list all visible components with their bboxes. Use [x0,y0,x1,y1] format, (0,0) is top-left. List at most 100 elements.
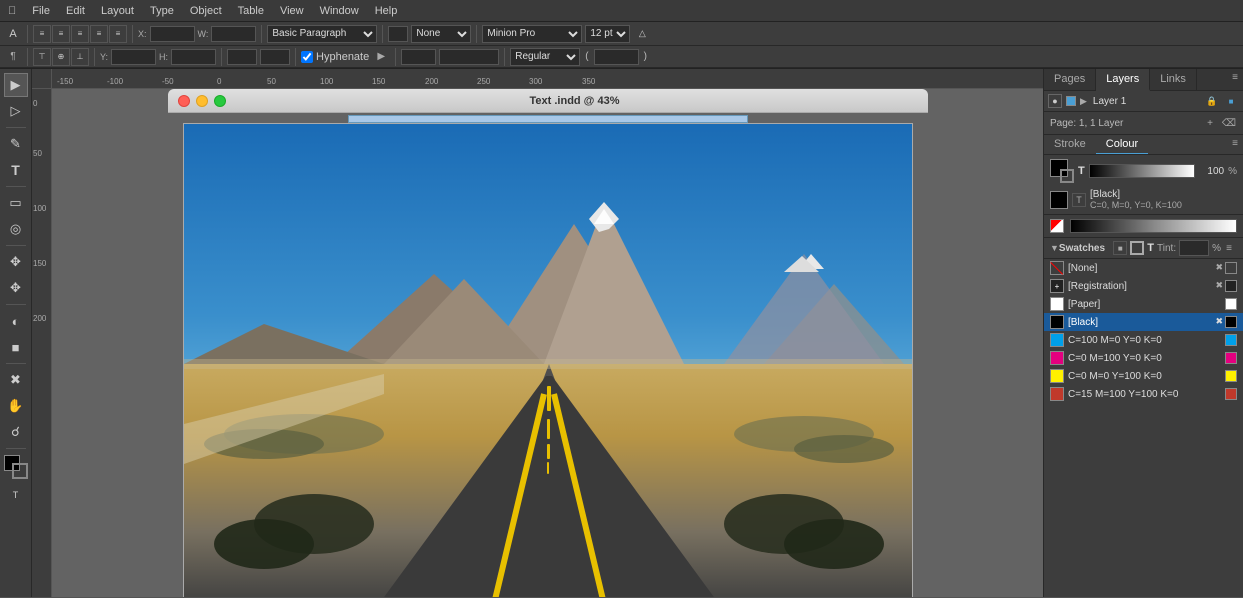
scissors-tool[interactable]: ✖ [4,368,28,392]
ellipse-tool[interactable]: ◎ [4,217,28,241]
ruler-corner [32,69,52,89]
frame-type-btn[interactable]: T [4,483,28,507]
swatch-yellow[interactable]: C=0 M=0 Y=100 K=0 [1044,367,1243,385]
colour-cmyk: C=0, M=0, Y=0, K=100 [1090,200,1182,210]
x-input[interactable]: 0 mm [150,26,195,42]
ruler-h-mark-3: -50 [162,77,174,86]
window-minimize-btn[interactable] [196,95,208,107]
layer-expand-arrow[interactable]: ▶ [1080,96,1087,107]
swatch-none[interactable]: [None] ✖ [1044,259,1243,277]
menu-type[interactable]: Type [150,5,174,17]
menu-object[interactable]: Object [190,5,222,17]
selection-tool[interactable]: ▶ [4,73,28,97]
swatch-registration[interactable]: + [Registration] ✖ [1044,277,1243,295]
align-right-btn[interactable]: ≡ [71,25,89,43]
swatch-stroke-icon[interactable] [1130,241,1144,255]
hand-tool[interactable]: ✋ [4,394,28,418]
tint-input[interactable]: 100 [1179,240,1209,256]
sc-menu-icon[interactable]: ≡ [1227,135,1243,151]
w-input[interactable]: 0 mm [211,26,256,42]
swatch-tool[interactable]: ■ [4,335,28,359]
text-tool[interactable]: T [4,158,28,182]
swatch-red-box [1225,388,1237,400]
fill-stroke-boxes[interactable] [1050,159,1074,183]
swatch-cyan[interactable]: C=100 M=0 Y=0 K=0 [1044,331,1243,349]
menu-file[interactable]: File [32,5,50,17]
fill-t-icon[interactable]: T [1078,165,1085,177]
text-frame-selection[interactable] [348,115,748,123]
tab-layers[interactable]: Layers [1096,69,1150,91]
menu-layout[interactable]: Layout [101,5,134,17]
menu-edit[interactable]: Edit [66,5,85,17]
gradient-display[interactable] [1070,219,1237,233]
colour-tab[interactable]: Colour [1096,135,1148,154]
hyphenate-checkbox[interactable] [301,51,313,63]
swatch-red[interactable]: C=15 M=100 Y=100 K=0 [1044,385,1243,403]
fill-stroke-display[interactable] [4,455,28,479]
transform-tool[interactable]: ✥ [4,250,28,274]
swatch-magenta[interactable]: C=0 M=100 Y=0 K=0 [1044,349,1243,367]
font-style-select[interactable]: Regular [510,48,580,66]
gutter-input[interactable]: 33.938 mm [439,49,499,65]
swatches-menu-icon[interactable]: ≡ [1221,240,1237,256]
swatch-t-icon[interactable]: T [1147,242,1154,254]
page-info-text: Page: 1, 1 Layer [1050,118,1123,129]
none-select[interactable]: None [411,25,471,43]
window-wrapper: Text .indd @ 43% [168,89,928,113]
direct-select-tool[interactable]: ▷ [4,99,28,123]
canvas-content[interactable]: Text .indd @ 43% [52,89,1043,597]
tab-pages[interactable]: Pages [1044,69,1096,90]
text-frame-icon[interactable]: ¶ [4,48,22,66]
stroke-tab[interactable]: Stroke [1044,135,1096,154]
tab-links[interactable]: Links [1150,69,1197,90]
swatches-expand-icon[interactable]: ▼ [1050,243,1059,253]
align-justify-all-btn[interactable]: ≡ [109,25,127,43]
swatch-paper[interactable]: [Paper] [1044,295,1243,313]
menu-window[interactable]: Window [320,5,359,17]
panel-menu-icon[interactable]: ≡ [1227,69,1243,85]
paper-swatch [1050,297,1064,311]
col-width-input[interactable]: 4.233 [401,49,436,65]
layer-visibility-eye[interactable]: ● [1048,94,1062,108]
align-top-btn[interactable]: ⊤ [33,48,51,66]
window-close-btn[interactable] [178,95,190,107]
menu-apple[interactable]:  [8,5,16,17]
layer-lock-icon[interactable]: 🔒 [1205,94,1219,108]
new-layer-icon[interactable]: + [1202,115,1218,131]
font-size-select[interactable]: 12 pt [585,25,630,43]
delete-layer-icon[interactable]: ⌫ [1221,115,1237,131]
leading-input[interactable]: 14.4 pt [594,49,639,65]
colour-gradient-slider[interactable] [1089,164,1195,178]
align-bottom-btn[interactable]: ⊥ [71,48,89,66]
kerning-input[interactable]: 0 [260,49,290,65]
h-input[interactable]: 0 mm [171,49,216,65]
rectangle-tool[interactable]: ▭ [4,191,28,215]
registration-swatch: + [1050,279,1064,293]
lang-icon[interactable]: ▶ [372,48,390,66]
superscript-icon[interactable]: △ [633,25,651,43]
align-center-btn[interactable]: ≡ [52,25,70,43]
type-tool-icon[interactable]: A [4,25,22,43]
menu-table[interactable]: Table [238,5,264,17]
swatch-fill-icon[interactable]: ■ [1113,241,1127,255]
stroke-t-icon[interactable]: T [1072,193,1086,207]
align-justify-btn[interactable]: ≡ [90,25,108,43]
zoom-tool[interactable]: ☌ [4,420,28,444]
gradient-tool[interactable]: ◐ [4,309,28,333]
pen-tool[interactable]: ✎ [4,132,28,156]
menu-view[interactable]: View [280,5,304,17]
ruler-h-mark-1: -150 [57,77,73,86]
window-maximize-btn[interactable] [214,95,226,107]
swatch-black[interactable]: [Black] ✖ [1044,313,1243,331]
align-mid-btn[interactable]: ⊕ [52,48,70,66]
y-input[interactable]: 0 mm [111,49,156,65]
swatch-none-icons: ✖ [1215,262,1237,274]
swatch-cyan-label: C=100 M=0 Y=0 K=0 [1068,335,1221,346]
arrow-tool[interactable]: ✥ [4,276,28,300]
tracking-input[interactable]: 0 [227,49,257,65]
font-select[interactable]: Minion Pro [482,25,582,43]
menu-help[interactable]: Help [375,5,398,17]
align-left-btn[interactable]: ≡ [33,25,51,43]
columns-input[interactable]: 1 [388,26,408,42]
paragraph-style-select[interactable]: Basic Paragraph [267,25,377,43]
